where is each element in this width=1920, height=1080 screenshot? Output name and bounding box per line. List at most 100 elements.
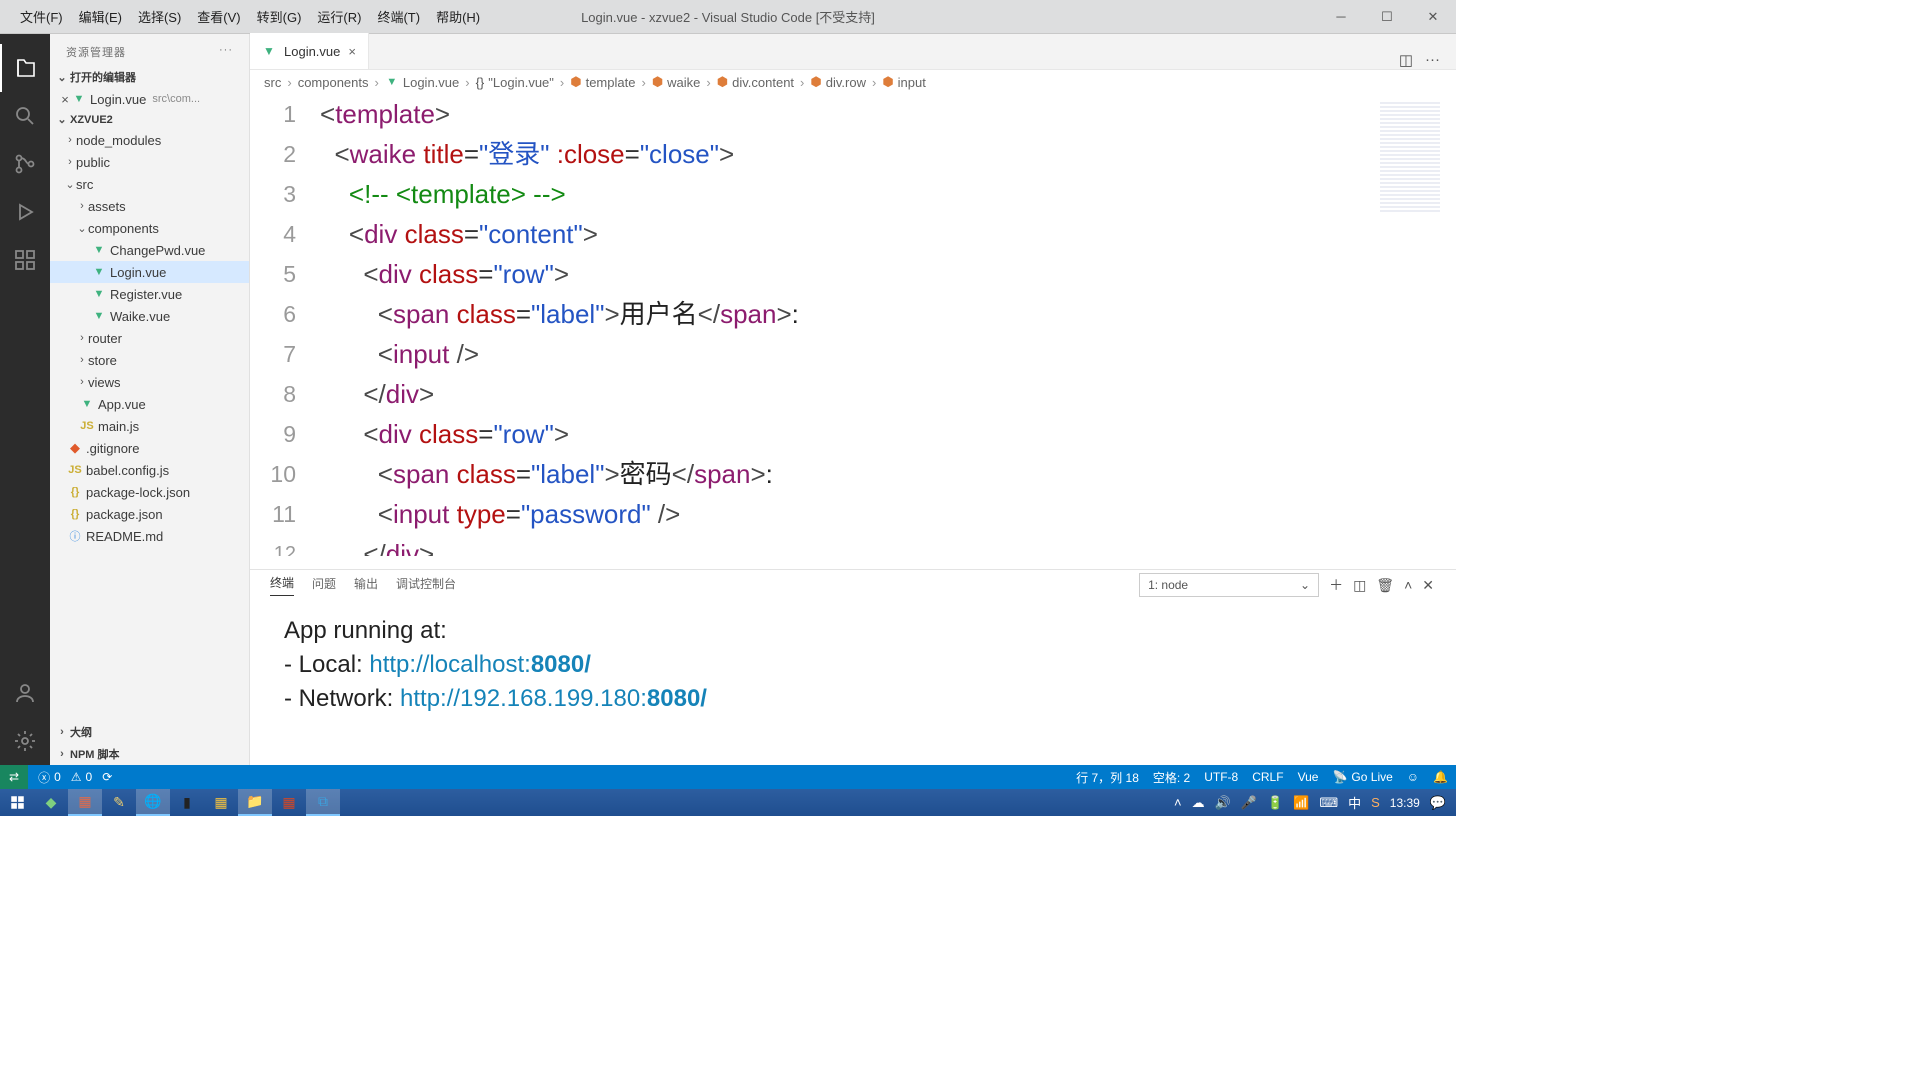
close-editor-icon[interactable]: × (58, 92, 72, 107)
panel-tab-problems[interactable]: 问题 (312, 575, 336, 596)
maximize-button[interactable]: ☐ (1364, 0, 1410, 34)
tree-item-assets[interactable]: ›assets (50, 195, 249, 217)
tree-item-main[interactable]: JSmain.js (50, 415, 249, 437)
open-editor-item[interactable]: × ▼ Login.vue src\com... (50, 88, 249, 110)
maximize-panel-icon[interactable]: ˄ (1404, 577, 1412, 593)
search-icon[interactable] (0, 92, 50, 140)
title-bar: 文件(F) 编辑(E) 选择(S) 查看(V) 转到(G) 运行(R) 终端(T… (0, 0, 1456, 34)
status-encoding[interactable]: UTF-8 (1204, 770, 1238, 784)
project-section[interactable]: ⌄XZVUE2 (50, 110, 249, 129)
terminal-selector[interactable]: 1: node⌄ (1139, 573, 1319, 597)
panel-tab-debug[interactable]: 调试控制台 (396, 575, 456, 596)
status-bell-icon[interactable]: 🔔 (1433, 770, 1448, 784)
extensions-icon[interactable] (0, 236, 50, 284)
tray-keyboard-icon[interactable]: ⌨ (1319, 795, 1338, 811)
open-editors-section[interactable]: ⌄打开的编辑器 (50, 66, 249, 88)
tree-item-changepwd[interactable]: ▼ChangePwd.vue (50, 239, 249, 261)
tree-item-babel[interactable]: JSbabel.config.js (50, 459, 249, 481)
menu-run[interactable]: 运行(R) (309, 7, 369, 26)
status-warnings[interactable]: ⚠ 0 (71, 770, 92, 784)
tray-sogou-icon[interactable]: S (1371, 795, 1380, 810)
tray-sync-icon[interactable]: ☁ (1192, 795, 1205, 811)
outline-section[interactable]: ›大纲 (50, 721, 249, 743)
split-terminal-icon[interactable]: ◫ (1353, 577, 1366, 594)
taskbar-chrome[interactable]: 🌐 (136, 789, 170, 816)
tree-item-readme[interactable]: ⓘREADME.md (50, 525, 249, 547)
panel-tab-output[interactable]: 输出 (354, 575, 378, 596)
status-live-icon[interactable]: ⟳ (102, 770, 112, 784)
tray-mic-icon[interactable]: 🎤 (1241, 795, 1257, 811)
taskbar-cmd[interactable]: ▮ (170, 789, 204, 816)
status-feedback-icon[interactable]: ☺ (1407, 770, 1419, 784)
close-button[interactable]: ✕ (1410, 0, 1456, 34)
taskbar-app[interactable]: ▦ (68, 789, 102, 816)
status-errors[interactable]: ⓧ 0 (38, 769, 61, 786)
tree-item-public[interactable]: ›public (50, 151, 249, 173)
split-editor-icon[interactable]: ◫ (1399, 51, 1413, 69)
tree-item-src[interactable]: ⌄src (50, 173, 249, 195)
tree-item-store[interactable]: ›store (50, 349, 249, 371)
status-golive[interactable]: 📡 Go Live (1332, 770, 1392, 784)
sidebar-more-icon[interactable]: ··· (219, 44, 233, 60)
status-bar: ⇄ ⓧ 0 ⚠ 0 ⟳ 行 7，列 18 空格: 2 UTF-8 CRLF Vu… (0, 765, 1456, 789)
tray-notifications-icon[interactable]: 💬 (1430, 795, 1446, 811)
terminal-line: - Network: http://192.168.199.180:8080/ (284, 682, 1422, 716)
tree-item-views[interactable]: ›views (50, 371, 249, 393)
taskbar-app[interactable]: ✎ (102, 789, 136, 816)
npm-scripts-section[interactable]: ›NPM 脚本 (50, 743, 249, 765)
source-control-icon[interactable] (0, 140, 50, 188)
panel-tab-terminal[interactable]: 终端 (270, 574, 294, 596)
menu-select[interactable]: 选择(S) (130, 7, 189, 26)
tree-item-node_modules[interactable]: ›node_modules (50, 129, 249, 151)
status-eol[interactable]: CRLF (1252, 770, 1283, 784)
settings-icon[interactable] (0, 717, 50, 765)
tray-sound-icon[interactable]: 🔊 (1215, 795, 1231, 811)
terminal-content[interactable]: App running at: - Local: http://localhos… (250, 600, 1456, 765)
tray-input-icon[interactable]: 中 (1348, 793, 1361, 812)
tree-item-waike[interactable]: ▼Waike.vue (50, 305, 249, 327)
minimize-button[interactable]: ─ (1318, 0, 1364, 34)
tab-login[interactable]: ▼ Login.vue × (250, 33, 369, 69)
tree-item-router[interactable]: ›router (50, 327, 249, 349)
tree-item-pkg[interactable]: {}package.json (50, 503, 249, 525)
run-debug-icon[interactable] (0, 188, 50, 236)
taskbar-app[interactable]: ▦ (204, 789, 238, 816)
explorer-icon[interactable] (0, 44, 50, 92)
tray-battery-icon[interactable]: 🔋 (1267, 795, 1283, 811)
tree-item-register[interactable]: ▼Register.vue (50, 283, 249, 305)
close-tab-icon[interactable]: × (348, 44, 356, 59)
taskbar-ppt[interactable]: ▦ (272, 789, 306, 816)
menu-terminal[interactable]: 终端(T) (369, 7, 428, 26)
tree-item-components[interactable]: ⌄components (50, 217, 249, 239)
menu-file[interactable]: 文件(F) (12, 7, 71, 26)
status-indent[interactable]: 空格: 2 (1153, 769, 1190, 786)
tree-item-login[interactable]: ▼Login.vue (50, 261, 249, 283)
tray-wifi-icon[interactable]: 📶 (1293, 795, 1309, 811)
tray-chevron-icon[interactable]: ˄ (1174, 795, 1182, 810)
account-icon[interactable] (0, 669, 50, 717)
tree-item-app[interactable]: ▼App.vue (50, 393, 249, 415)
tray-clock[interactable]: 13:39 (1390, 796, 1420, 810)
code-editor[interactable]: 1<template> 2 <waike title="登录" :close="… (250, 94, 1456, 569)
tree-item-pkglock[interactable]: {}package-lock.json (50, 481, 249, 503)
tree-item-gitignore[interactable]: ◆.gitignore (50, 437, 249, 459)
activity-bar (0, 34, 50, 765)
kill-terminal-icon[interactable]: 🗑 (1376, 577, 1394, 594)
editor-more-icon[interactable]: ··· (1425, 51, 1440, 69)
taskbar-app[interactable]: ◆ (34, 789, 68, 816)
menu-bar: 文件(F) 编辑(E) 选择(S) 查看(V) 转到(G) 运行(R) 终端(T… (0, 0, 488, 33)
menu-view[interactable]: 查看(V) (189, 7, 248, 26)
status-language[interactable]: Vue (1298, 770, 1319, 784)
taskbar-folder[interactable]: 📁 (238, 789, 272, 816)
taskbar-vscode[interactable]: ⧉ (306, 789, 340, 816)
terminal-line: App running at: (284, 614, 1422, 648)
menu-help[interactable]: 帮助(H) (428, 7, 488, 26)
breadcrumbs[interactable]: src› components› ▼Login.vue› {}"Login.vu… (250, 70, 1456, 94)
new-terminal-icon[interactable]: ＋ (1329, 575, 1343, 595)
start-button[interactable] (0, 789, 34, 816)
menu-edit[interactable]: 编辑(E) (71, 7, 130, 26)
remote-indicator[interactable]: ⇄ (0, 765, 28, 789)
close-panel-icon[interactable]: ✕ (1422, 577, 1434, 594)
status-position[interactable]: 行 7，列 18 (1076, 769, 1139, 786)
menu-goto[interactable]: 转到(G) (249, 7, 310, 26)
